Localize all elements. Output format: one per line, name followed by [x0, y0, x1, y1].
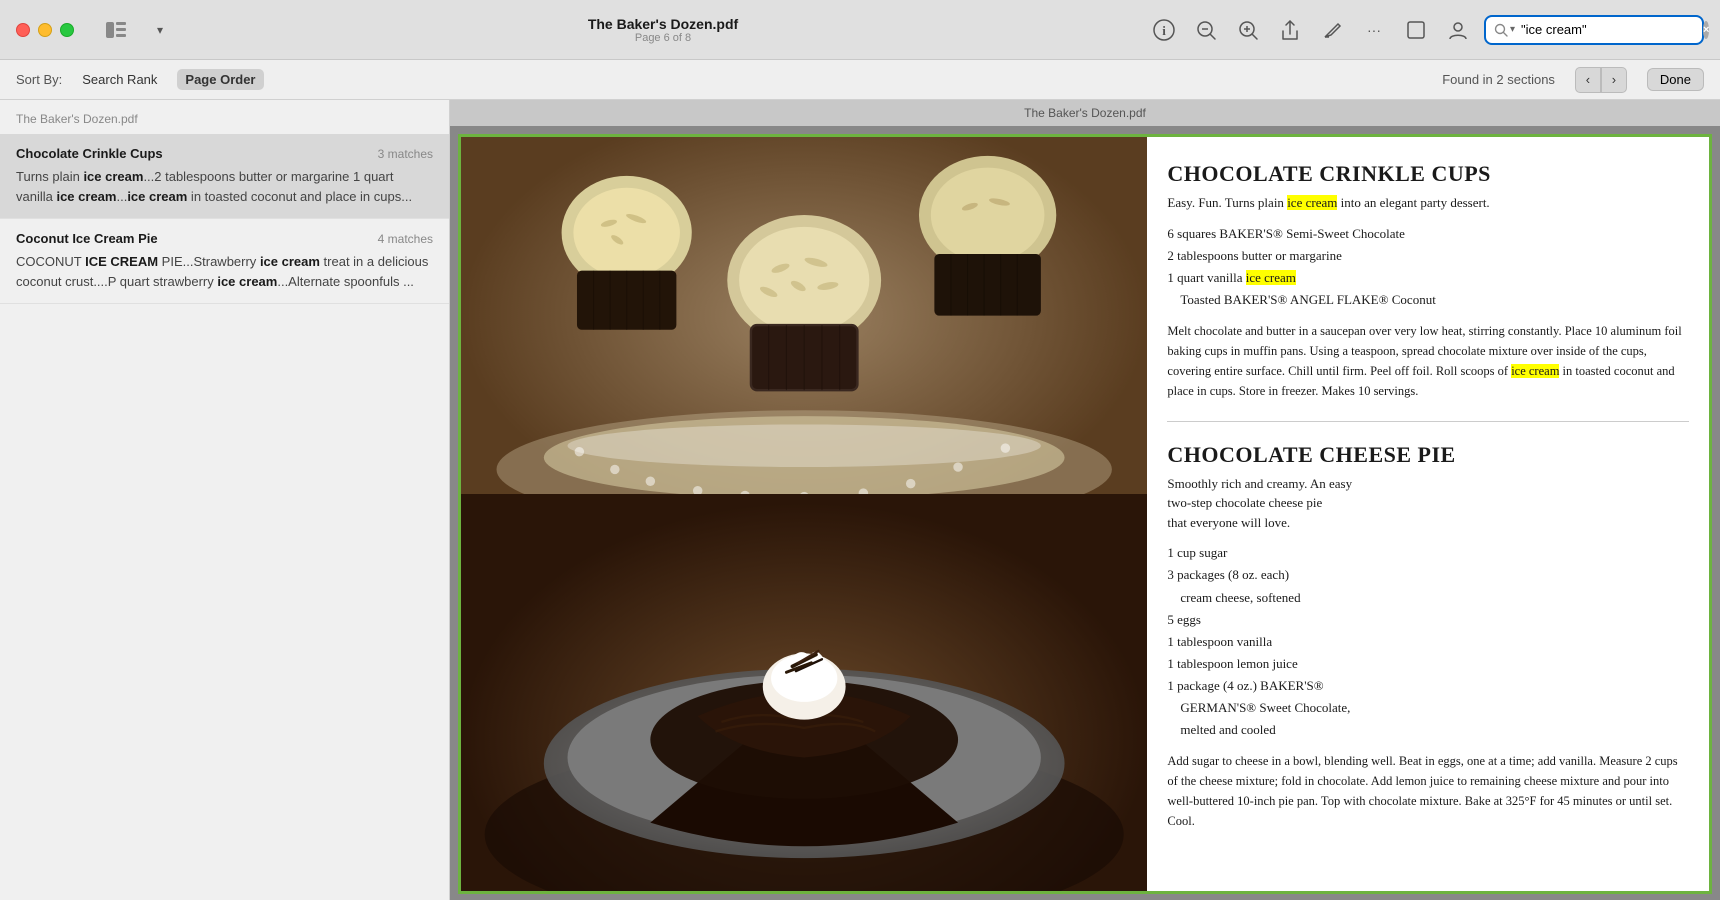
- search-result-item[interactable]: Coconut Ice Cream Pie 4 matches COCONUT …: [0, 219, 449, 304]
- search-result-item[interactable]: Chocolate Crinkle Cups 3 matches Turns p…: [0, 134, 449, 219]
- result-title: Chocolate Crinkle Cups: [16, 146, 163, 161]
- result-excerpt: COCONUT ICE CREAM PIE...Strawberry ice c…: [16, 252, 433, 291]
- crop-button[interactable]: [1400, 14, 1432, 46]
- chocolate-pie-image: [461, 494, 1147, 891]
- recipe-divider: [1167, 421, 1689, 422]
- recipe1-subtitle: Easy. Fun. Turns plain ice cream into an…: [1167, 193, 1689, 213]
- sidebar-filename: The Baker's Dozen.pdf: [0, 100, 449, 134]
- maximize-button[interactable]: [60, 23, 74, 37]
- highlight-ice-cream-2: ice cream: [1246, 270, 1296, 285]
- info-button[interactable]: i: [1148, 14, 1180, 46]
- recipe1-directions: Melt chocolate and butter in a saucepan …: [1167, 321, 1689, 401]
- traffic-lights: [16, 23, 74, 37]
- result-matches: 3 matches: [378, 147, 433, 161]
- page-indicator: Page 6 of 8: [635, 32, 691, 44]
- recipe1-ingredients: 6 squares BAKER'S® Semi-Sweet Chocolate …: [1167, 223, 1689, 311]
- title-bar: ▾ The Baker's Dozen.pdf Page 6 of 8 i: [0, 0, 1720, 60]
- done-button[interactable]: Done: [1647, 68, 1704, 91]
- share-button[interactable]: [1274, 14, 1306, 46]
- svg-text:i: i: [1162, 23, 1166, 38]
- pdf-area[interactable]: The Baker's Dozen.pdf: [450, 100, 1720, 900]
- sort-page-order-button[interactable]: Page Order: [177, 69, 263, 90]
- sidebar: The Baker's Dozen.pdf Chocolate Crinkle …: [0, 100, 450, 900]
- recipe1-title: CHOCOLATE CRINKLE CUPS: [1167, 161, 1689, 187]
- next-result-button[interactable]: ›: [1601, 67, 1627, 93]
- sort-by-label: Sort By:: [16, 72, 62, 87]
- result-excerpt: Turns plain ice cream...2 tablespoons bu…: [16, 167, 433, 206]
- toolbar-center: The Baker's Dozen.pdf Page 6 of 8: [190, 16, 1136, 44]
- nav-buttons: ‹ ›: [1575, 67, 1627, 93]
- sidebar-chevron-button[interactable]: ▾: [142, 16, 178, 44]
- annotate-button[interactable]: [1316, 14, 1348, 46]
- result-matches: 4 matches: [378, 232, 433, 246]
- account-button[interactable]: [1442, 14, 1474, 46]
- main-content: The Baker's Dozen.pdf Chocolate Crinkle …: [0, 100, 1720, 900]
- search-input[interactable]: [1521, 22, 1697, 37]
- search-icon: ▾: [1494, 23, 1515, 37]
- close-button[interactable]: [16, 23, 30, 37]
- search-clear-button[interactable]: ×: [1703, 21, 1709, 39]
- more-options-button[interactable]: ···: [1358, 14, 1390, 46]
- found-sections-text: Found in 2 sections: [1442, 72, 1555, 87]
- document-title: The Baker's Dozen.pdf: [588, 16, 738, 32]
- toolbar-actions: i: [1148, 14, 1704, 46]
- highlight-ice-cream-1: ice cream: [1287, 195, 1337, 210]
- result-header: Chocolate Crinkle Cups 3 matches: [16, 146, 433, 161]
- cupcakes-image: [461, 137, 1147, 494]
- recipe2-directions: Add sugar to cheese in a bowl, blending …: [1167, 751, 1689, 831]
- recipe2-ingredients: 1 cup sugar 3 packages (8 oz. each) crea…: [1167, 542, 1689, 741]
- pdf-page: CHOCOLATE CRINKLE CUPS Easy. Fun. Turns …: [458, 134, 1712, 894]
- recipe2-subtitle: Smoothly rich and creamy. An easytwo-ste…: [1167, 474, 1689, 533]
- result-header: Coconut Ice Cream Pie 4 matches: [16, 231, 433, 246]
- prev-result-button[interactable]: ‹: [1575, 67, 1601, 93]
- zoom-out-button[interactable]: [1190, 14, 1222, 46]
- pdf-filename-bar: The Baker's Dozen.pdf: [450, 100, 1720, 126]
- search-container[interactable]: ▾ ×: [1484, 15, 1704, 45]
- minimize-button[interactable]: [38, 23, 52, 37]
- sidebar-toggle-button[interactable]: [98, 16, 134, 44]
- pdf-text-column: CHOCOLATE CRINKLE CUPS Easy. Fun. Turns …: [1147, 137, 1709, 891]
- recipe2-title: CHOCOLATE CHEESE PIE: [1167, 442, 1689, 468]
- pdf-image-column: [461, 137, 1147, 891]
- result-title: Coconut Ice Cream Pie: [16, 231, 158, 246]
- highlight-ice-cream-3: ice cream: [1511, 364, 1559, 378]
- sort-bar: Sort By: Search Rank Page Order Found in…: [0, 60, 1720, 100]
- zoom-in-button[interactable]: [1232, 14, 1264, 46]
- sort-search-rank-button[interactable]: Search Rank: [74, 69, 165, 90]
- toolbar-left: ▾: [98, 16, 178, 44]
